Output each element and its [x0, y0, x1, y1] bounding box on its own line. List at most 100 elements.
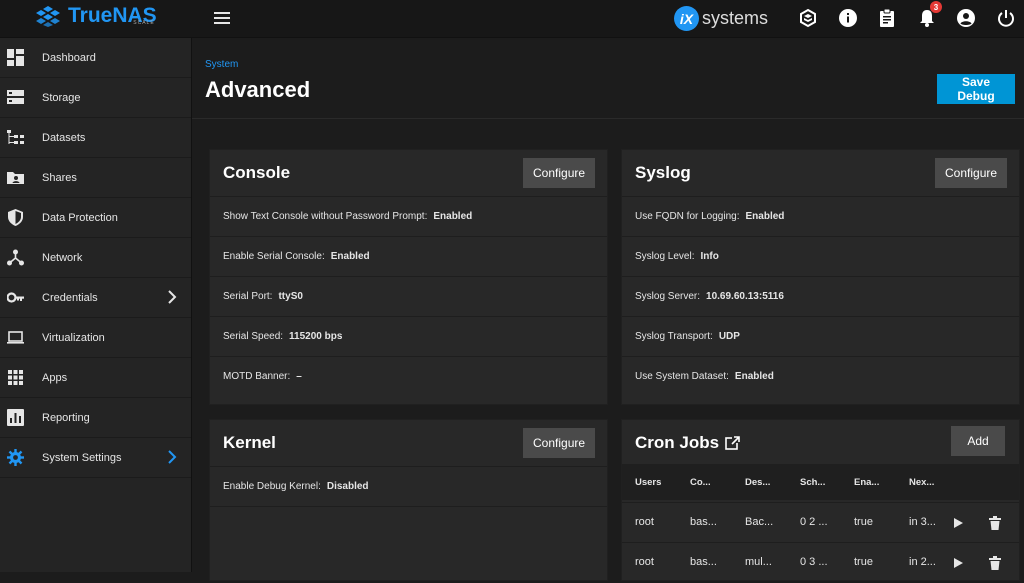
table-row[interactable]: root bas... mul... 0 3 ... true in 2... — [622, 542, 1019, 583]
power-button[interactable] — [996, 8, 1016, 28]
column-header[interactable]: Des... — [745, 477, 770, 488]
sidebar-item-shares[interactable]: Shares — [0, 158, 191, 198]
row-value: Enabled — [330, 251, 370, 262]
cron-jobs-card: Cron Jobs Add Users Co... Des... Sch... … — [621, 419, 1020, 581]
sidebar-item-reporting[interactable]: Reporting — [0, 398, 191, 438]
kernel-configure-button[interactable]: Configure — [523, 428, 596, 458]
account-button[interactable] — [956, 8, 976, 28]
ix-wordmark: systems — [702, 8, 769, 28]
jobs-button[interactable] — [877, 8, 897, 28]
syslog-row: Syslog Transport: UDP — [622, 316, 1019, 357]
cell-schedule: 0 3 ... — [800, 556, 828, 568]
ixsystems-logo[interactable]: iX systems — [674, 6, 768, 31]
row-key: Use System Dataset: — [635, 371, 729, 382]
kernel-card: Kernel Configure Enable Debug Kernel: Dis… — [209, 419, 608, 581]
sidebar-item-datasets[interactable]: Datasets — [0, 118, 191, 158]
row-key: Serial Port: — [223, 291, 273, 302]
sidebar-item-storage[interactable]: Storage — [0, 78, 191, 118]
column-header[interactable]: Users — [635, 477, 661, 488]
breadcrumb[interactable]: System — [205, 59, 238, 70]
row-value: 115200 bps — [289, 331, 343, 342]
run-job-icon[interactable] — [952, 556, 964, 570]
cell-description: mul... — [745, 556, 772, 568]
card-title[interactable]: Cron Jobs — [635, 433, 741, 453]
sidebar-item-label: Virtualization — [42, 331, 105, 344]
delete-icon[interactable] — [989, 516, 1001, 530]
sidebar-item-label: Shares — [42, 171, 77, 184]
ix-mark: iX — [674, 6, 699, 31]
cron-table-header: Users Co... Des... Sch... Ena... Nex... — [622, 464, 1019, 500]
sidebar-item-apps[interactable]: Apps — [0, 358, 191, 398]
brand-edition: SCALE — [133, 20, 155, 26]
console-row: Show Text Console without Password Promp… — [210, 196, 607, 237]
sidebar-item-virtualization[interactable]: Virtualization — [0, 318, 191, 358]
network-icon — [7, 249, 24, 266]
apps-grid-icon — [8, 370, 23, 385]
sidebar-item-data-protection[interactable]: Data Protection — [0, 198, 191, 238]
sidebar-item-label: Dashboard — [42, 51, 96, 64]
sidebar-nav: Dashboard Storage Datasets Shares Data P… — [0, 38, 192, 572]
row-key: Show Text Console without Password Promp… — [223, 211, 428, 222]
row-value: Enabled — [433, 211, 473, 222]
row-key: Syslog Level: — [635, 251, 695, 262]
cell-command: bas... — [690, 516, 717, 528]
delete-icon[interactable] — [989, 556, 1001, 570]
truecommand-icon — [800, 8, 816, 28]
cell-command: bas... — [690, 556, 717, 568]
notification-count-badge: 3 — [930, 1, 942, 13]
power-icon — [998, 10, 1014, 27]
syslog-card: Syslog Configure Use FQDN for Logging: En… — [621, 149, 1020, 405]
row-value: Enabled — [745, 211, 785, 222]
key-icon — [7, 292, 24, 303]
row-value: 10.69.60.13:5116 — [706, 291, 784, 302]
clipboard-icon — [880, 8, 894, 27]
sidebar-item-label: Datasets — [42, 131, 86, 144]
sidebar-item-label: Data Protection — [42, 211, 118, 224]
column-header[interactable]: Co... — [690, 477, 711, 488]
sidebar-item-network[interactable]: Network — [0, 238, 191, 278]
syslog-row: Syslog Server: 10.69.60.13:5116 — [622, 276, 1019, 317]
sidebar-item-credentials[interactable]: Credentials — [0, 278, 191, 318]
column-header[interactable]: Ena... — [854, 477, 879, 488]
shield-icon — [8, 209, 23, 226]
table-row[interactable]: root bas... Bac... 0 2 ... true in 3... — [622, 502, 1019, 543]
kernel-row-empty — [210, 506, 607, 547]
sidebar-item-label: Apps — [42, 371, 68, 384]
open-in-new-icon — [725, 435, 741, 450]
console-row: Serial Speed: 115200 bps — [210, 316, 607, 357]
row-key: Syslog Transport: — [635, 331, 713, 342]
cron-add-button[interactable]: Add — [951, 426, 1005, 456]
row-value: ttyS0 — [278, 291, 303, 302]
dashboard-icon — [7, 49, 24, 66]
truenas-logo[interactable]: TrueNAS SCALE — [33, 5, 157, 27]
column-header[interactable]: Sch... — [800, 477, 825, 488]
sidebar-item-label: System Settings — [42, 451, 122, 464]
row-value: – — [296, 371, 302, 382]
save-debug-button[interactable]: Save Debug — [937, 74, 1015, 104]
chevron-right-icon — [168, 450, 177, 464]
syslog-row: Use FQDN for Logging: Enabled — [622, 196, 1019, 237]
sidebar-item-label: Credentials — [42, 291, 98, 304]
sidebar-item-dashboard[interactable]: Dashboard — [0, 38, 191, 78]
chevron-right-icon — [168, 290, 177, 304]
info-button[interactable] — [838, 8, 858, 28]
row-key: MOTD Banner: — [223, 371, 291, 382]
hamburger-menu-button[interactable] — [212, 9, 232, 27]
datasets-icon — [7, 130, 24, 144]
row-key: Serial Speed: — [223, 331, 284, 342]
storage-icon — [7, 90, 24, 104]
syslog-configure-button[interactable]: Configure — [935, 158, 1008, 188]
brand-name: TrueNAS SCALE — [68, 5, 157, 26]
console-configure-button[interactable]: Configure — [523, 158, 596, 188]
column-header[interactable]: Nex... — [909, 477, 934, 488]
laptop-icon — [7, 331, 24, 344]
header-divider — [192, 118, 1024, 119]
sidebar-item-label: Reporting — [42, 411, 90, 424]
sidebar-item-system-settings[interactable]: System Settings — [0, 438, 191, 478]
console-row: Serial Port: ttyS0 — [210, 276, 607, 317]
truecommand-button[interactable] — [798, 8, 818, 28]
syslog-row: Syslog Level: Info — [622, 236, 1019, 277]
menu-icon — [214, 12, 230, 24]
run-job-icon[interactable] — [952, 516, 964, 530]
cell-user: root — [635, 516, 654, 528]
